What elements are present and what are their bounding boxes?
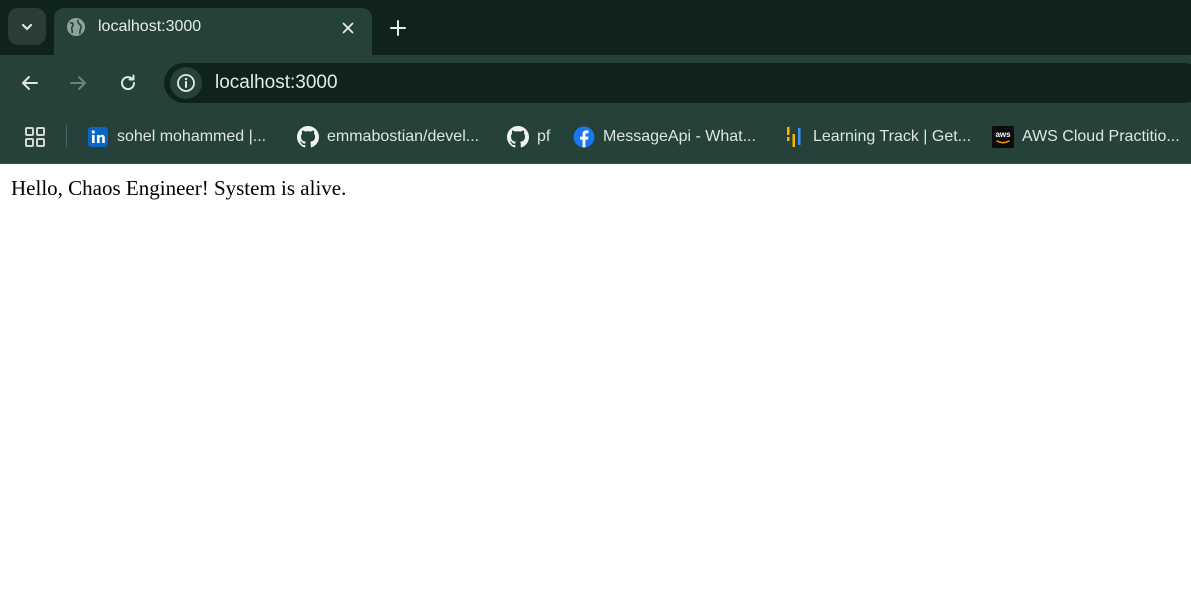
bookmark-github-pf[interactable]: pf bbox=[507, 124, 550, 150]
learning-track-icon bbox=[783, 126, 805, 148]
url-text[interactable]: localhost:3000 bbox=[215, 73, 338, 93]
bookmark-label: Learning Track | Get... bbox=[813, 128, 972, 145]
chevron-down-icon bbox=[21, 23, 33, 30]
tab-active[interactable]: localhost:3000 bbox=[54, 8, 372, 55]
facebook-icon bbox=[573, 126, 595, 148]
info-icon bbox=[177, 74, 195, 92]
bookmark-learning-track[interactable]: Learning Track | Get... bbox=[783, 124, 971, 150]
browser-window: localhost:3000 localhost:3000 sohel moha… bbox=[0, 0, 1191, 605]
bookmark-label: sohel mohammed |... bbox=[117, 128, 267, 145]
github-icon bbox=[297, 126, 319, 148]
close-icon bbox=[342, 22, 354, 34]
reload-icon bbox=[121, 74, 136, 91]
tab-search-button[interactable] bbox=[8, 8, 46, 45]
arrow-right-icon bbox=[70, 76, 86, 90]
github-icon bbox=[507, 126, 529, 148]
tab-title: localhost:3000 bbox=[98, 18, 202, 35]
arrow-left-icon bbox=[22, 76, 38, 90]
page-content: Hello, Chaos Engineer! System is alive. bbox=[0, 165, 1191, 605]
bookmark-label: MessageApi - What... bbox=[603, 128, 756, 145]
back-button[interactable] bbox=[16, 69, 44, 97]
bookmark-label: emmabostian/devel... bbox=[327, 128, 480, 145]
bookmarks-separator bbox=[66, 125, 67, 147]
new-tab-button[interactable] bbox=[385, 15, 411, 41]
bookmark-label: pf bbox=[537, 128, 551, 145]
bookmark-messageapi[interactable]: MessageApi - What... bbox=[573, 124, 756, 150]
bookmarks-bar: sohel mohammed |... emmabostian/devel...… bbox=[0, 110, 1191, 164]
site-info-button[interactable] bbox=[170, 67, 202, 99]
address-bar[interactable]: localhost:3000 bbox=[164, 63, 1191, 103]
page-message: Hello, Chaos Engineer! System is alive. bbox=[11, 176, 347, 200]
bookmark-linkedin[interactable]: sohel mohammed |... bbox=[87, 124, 266, 150]
forward-button[interactable] bbox=[64, 69, 92, 97]
reload-button[interactable] bbox=[114, 69, 142, 97]
bookmark-aws[interactable]: aws AWS Cloud Practitio... bbox=[992, 124, 1180, 150]
tab-close-button[interactable] bbox=[337, 17, 359, 39]
bookmark-github-devel[interactable]: emmabostian/devel... bbox=[297, 124, 479, 150]
toolbar: localhost:3000 bbox=[0, 55, 1191, 110]
tab-strip: localhost:3000 bbox=[0, 0, 1191, 55]
plus-icon bbox=[390, 20, 406, 36]
apps-grid-icon[interactable] bbox=[24, 126, 46, 148]
aws-icon: aws bbox=[992, 126, 1014, 148]
globe-icon bbox=[67, 18, 85, 36]
svg-text:aws: aws bbox=[995, 130, 1011, 139]
bookmark-label: AWS Cloud Practitio... bbox=[1022, 128, 1180, 145]
linkedin-icon bbox=[87, 126, 109, 148]
